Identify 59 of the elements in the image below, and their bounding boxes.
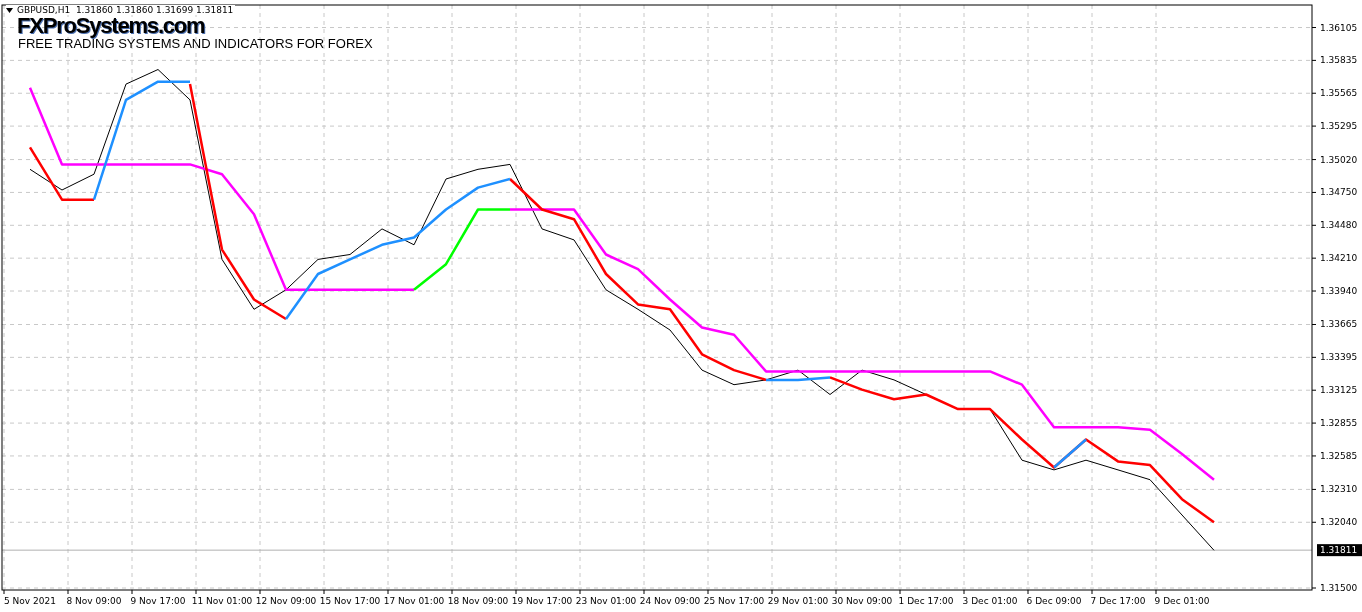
- axis-label: 25 Nov 17:00: [703, 596, 765, 606]
- axis-label: 30 Nov 09:00: [831, 596, 893, 606]
- axis-label: 1.35835: [1311, 55, 1358, 66]
- axis-label: 19 Nov 17:00: [511, 596, 573, 606]
- axis-label: 18 Nov 09:00: [447, 596, 509, 606]
- y-tick-label: 1.32040: [1320, 517, 1358, 528]
- y-tick-label: 1.33940: [1320, 286, 1358, 297]
- axis-label: 29 Nov 01:00: [767, 596, 829, 606]
- axis-label: 1.32855: [1311, 418, 1358, 429]
- axis-label: 1.32040: [1311, 517, 1358, 528]
- y-tick-label: 1.34750: [1320, 187, 1358, 198]
- axis-label: 1.33665: [1311, 319, 1358, 330]
- ref-line-label: 1.31811: [1320, 545, 1358, 556]
- axis-label: 15 Nov 17:00: [319, 596, 381, 606]
- axis-label: 1.36105: [1311, 22, 1358, 33]
- axis-label: 17 Nov 01:00: [383, 596, 445, 606]
- axis-label: 1.35565: [1311, 88, 1358, 99]
- symbol-info: GBPUSD,H1 1.31860 1.31860 1.31699 1.31811: [17, 5, 234, 15]
- y-tick-label: 1.32585: [1320, 450, 1358, 461]
- axis-label: 6 Dec 09:00: [1026, 596, 1082, 606]
- axis-label: 1.31500: [1311, 583, 1358, 593]
- axis-label: 1.34750: [1311, 187, 1358, 198]
- axis-label: 1.34480: [1311, 220, 1358, 231]
- y-tick-label: 1.35835: [1320, 55, 1358, 66]
- axis-label: 1.35295: [1311, 121, 1358, 132]
- dropdown-icon[interactable]: [6, 7, 13, 13]
- axis-label: 1.32310: [1311, 484, 1358, 495]
- y-tick-label: 1.32310: [1320, 484, 1358, 495]
- y-tick-label: 1.35020: [1320, 154, 1358, 165]
- y-tick-label: 1.32855: [1320, 418, 1358, 429]
- y-tick-label: 1.31500: [1320, 583, 1358, 593]
- current-price-label: 1.31811: [1317, 544, 1362, 557]
- axis-label: 1.33125: [1311, 385, 1358, 396]
- y-tick-label: 1.35295: [1320, 121, 1358, 132]
- axis-label: 3 Dec 01:00: [962, 596, 1018, 606]
- axis-label: 1 Dec 17:00: [898, 596, 954, 606]
- y-tick-label: 1.33395: [1320, 352, 1358, 363]
- site-logo: FXProSystems.com: [17, 15, 205, 37]
- y-tick-label: 1.34480: [1320, 220, 1358, 231]
- axis-label: 12 Nov 09:00: [255, 596, 317, 606]
- axis-label: 1.33395: [1311, 352, 1358, 363]
- tagline: FREE TRADING SYSTEMS AND INDICATORS FOR FOREX: [18, 37, 373, 51]
- axis-label: 1.35020: [1311, 154, 1358, 165]
- axis-label: 24 Nov 09:00: [639, 596, 701, 606]
- axis-label: 9 Dec 01:00: [1154, 596, 1210, 606]
- axis-label: 11 Nov 01:00: [191, 596, 253, 606]
- y-tick-label: 1.33125: [1320, 385, 1358, 396]
- y-tick-label: 1.35565: [1320, 88, 1358, 99]
- y-tick-label: 1.34210: [1320, 253, 1358, 264]
- axis-label: 1.32585: [1311, 450, 1358, 461]
- y-tick-label: 1.33665: [1320, 319, 1358, 330]
- axis-label: 1.34210: [1311, 253, 1358, 264]
- axis-label: 1.33940: [1311, 286, 1358, 296]
- axis-label: 9 Nov 17:00: [130, 596, 186, 606]
- axis-label: 8 Nov 09:00: [66, 596, 122, 606]
- axis-label: 23 Nov 01:00: [575, 596, 637, 606]
- axis-label: 5 Nov 2021: [4, 596, 56, 606]
- axis-label: 7 Dec 17:00: [1090, 596, 1146, 606]
- y-tick-label: 1.36105: [1320, 22, 1358, 33]
